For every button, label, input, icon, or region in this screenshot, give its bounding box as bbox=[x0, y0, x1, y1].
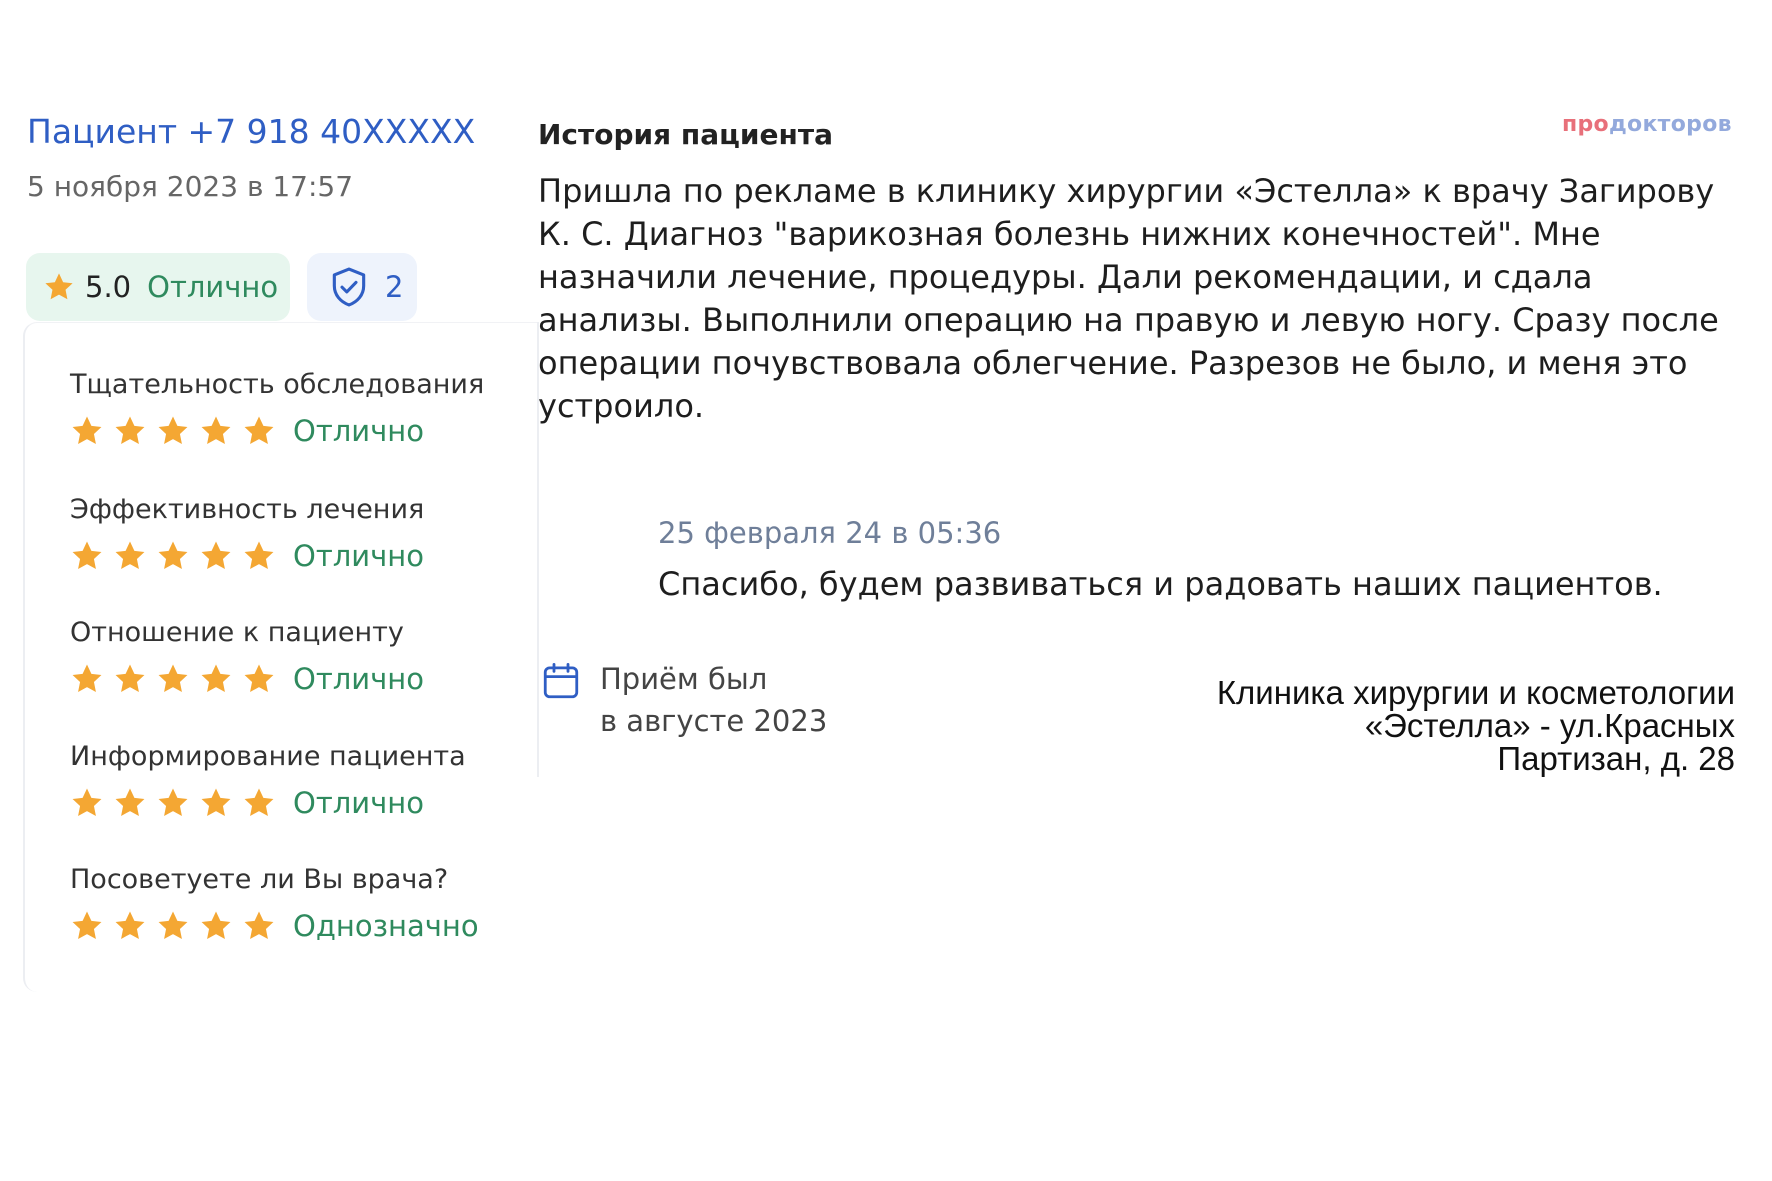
brand-logo[interactable]: продокторов bbox=[1562, 112, 1732, 137]
criterion-rating: Однозначно bbox=[70, 909, 479, 943]
criterion-rating: Отлично bbox=[70, 539, 424, 573]
criterion-item: Информирование пациента Отлично bbox=[70, 741, 466, 820]
star-icon bbox=[72, 664, 102, 693]
verified-badge[interactable]: 2 bbox=[307, 253, 417, 321]
reply-date: 25 февраля 24 в 05:36 bbox=[658, 516, 1002, 550]
history-text: Пришла по рекламе в клинику хирургии «Эс… bbox=[538, 172, 1719, 425]
criterion-label: Эффективность лечения bbox=[70, 494, 425, 525]
star-icon bbox=[158, 911, 188, 940]
overall-rating-badge: 5.0 Отлично bbox=[26, 253, 290, 321]
star-icon bbox=[201, 788, 231, 817]
star-icon bbox=[115, 541, 145, 570]
star-icon bbox=[201, 416, 231, 445]
clinic-address-line: Клиника хирургии и косметологии bbox=[1216, 674, 1735, 711]
star-icon bbox=[72, 416, 102, 445]
criterion-item: Тщательность обследования Отлично bbox=[70, 369, 484, 448]
star-icon bbox=[72, 788, 102, 817]
criterion-label: Посоветуете ли Вы врача? bbox=[70, 864, 449, 895]
reply-text: Спасибо, будем развиваться и радовать на… bbox=[658, 565, 1663, 603]
star-icon bbox=[115, 664, 145, 693]
criterion-label: Отношение к пациенту bbox=[70, 617, 404, 648]
criterion-label: Тщательность обследования bbox=[70, 369, 485, 400]
star-icon bbox=[158, 541, 188, 570]
criterion-word: Однозначно bbox=[293, 909, 479, 943]
criterion-item: Отношение к пациенту Отлично bbox=[70, 617, 424, 696]
star-icon bbox=[201, 541, 231, 570]
visit-date: в августе 2023 bbox=[600, 704, 828, 738]
star-icon bbox=[201, 664, 231, 693]
star-icon bbox=[158, 664, 188, 693]
star-icon bbox=[244, 416, 274, 445]
criterion-word: Отлично bbox=[293, 662, 424, 696]
clinic-address-line: Партизан, д. 28 bbox=[1497, 740, 1735, 777]
criterion-label: Информирование пациента bbox=[70, 741, 466, 772]
criteria-panel: Тщательность обследования Отлично Эффект… bbox=[23, 322, 538, 992]
overall-rating-value: 5.0 bbox=[85, 270, 132, 304]
star-icon bbox=[244, 911, 274, 940]
star-icon bbox=[72, 911, 102, 940]
calendar-icon bbox=[543, 662, 579, 699]
criterion-rating: Отлично bbox=[70, 786, 466, 820]
overall-rating-word: Отлично bbox=[147, 270, 279, 304]
clinic-address-line: «Эстелла» - ул.Красных bbox=[1364, 707, 1735, 744]
criterion-rating: Отлично bbox=[70, 414, 484, 448]
clinic-address: Клиника хирургии и косметологии «Эстелла… bbox=[1150, 676, 1735, 775]
criterion-item: Эффективность лечения Отлично bbox=[70, 494, 424, 573]
criterion-rating: Отлично bbox=[70, 662, 424, 696]
star-icon bbox=[45, 273, 73, 300]
shield-check-icon bbox=[332, 267, 366, 307]
star-icon bbox=[201, 911, 231, 940]
star-icon bbox=[72, 541, 102, 570]
visit-label: Приём был bbox=[600, 662, 768, 696]
star-icon bbox=[158, 416, 188, 445]
star-icon bbox=[115, 911, 145, 940]
history-title: История пациента bbox=[538, 118, 833, 151]
star-icon bbox=[244, 541, 274, 570]
star-icon bbox=[115, 788, 145, 817]
patient-name[interactable]: Пациент +7 918 40XXXXX bbox=[27, 112, 475, 151]
verified-count: 2 bbox=[385, 270, 404, 304]
criterion-word: Отлично bbox=[293, 414, 424, 448]
star-icon bbox=[158, 788, 188, 817]
brand-logo-part2: докторов bbox=[1608, 112, 1732, 137]
review-date: 5 ноября 2023 в 17:57 bbox=[27, 170, 354, 203]
star-icon bbox=[115, 416, 145, 445]
star-icon bbox=[244, 664, 274, 693]
star-icon bbox=[244, 788, 274, 817]
criterion-item: Посоветуете ли Вы врача? Однозначно bbox=[70, 864, 479, 943]
criterion-word: Отлично bbox=[293, 539, 424, 573]
brand-logo-part1: про bbox=[1562, 112, 1609, 137]
criterion-word: Отлично bbox=[293, 786, 424, 820]
